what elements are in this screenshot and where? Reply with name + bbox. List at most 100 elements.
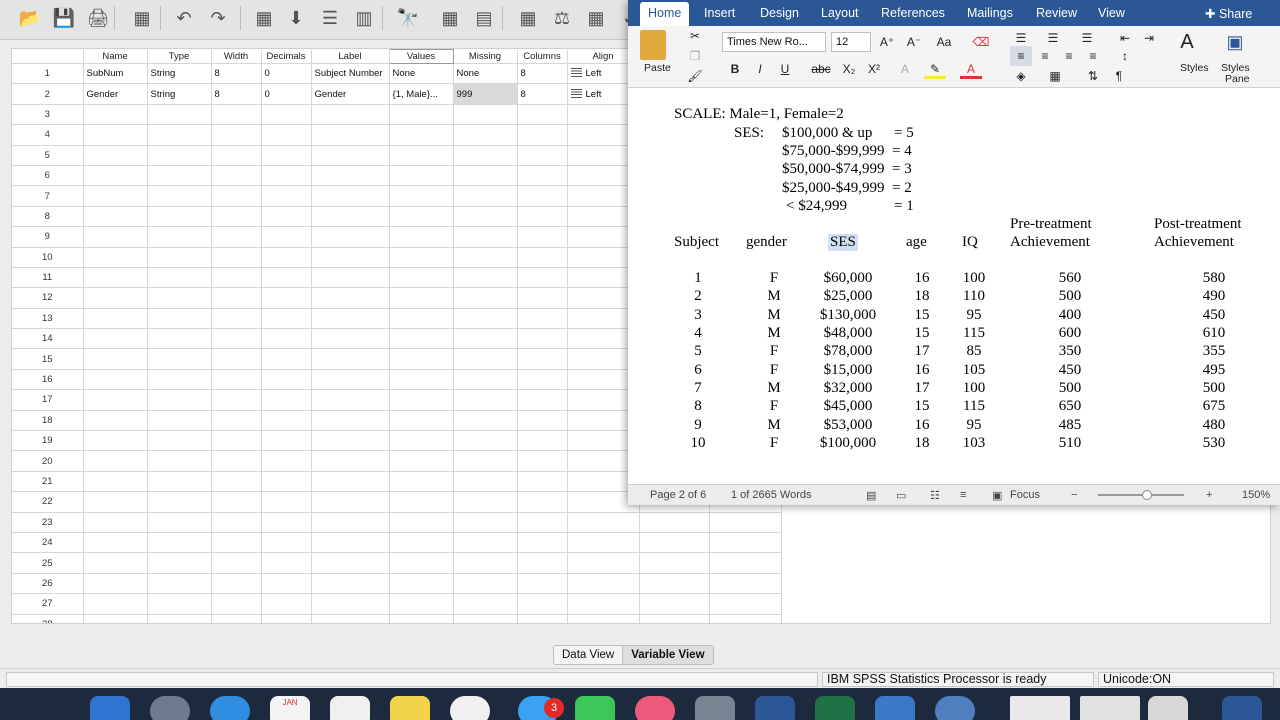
word-count[interactable]: 1 of 2665 Words: [731, 489, 812, 501]
cell-values[interactable]: {1, Male}...: [389, 83, 454, 105]
show-formatting-icon[interactable]: ¶: [1108, 66, 1130, 86]
cell-decimals[interactable]: 0: [261, 63, 312, 85]
empty-cell[interactable]: [83, 491, 148, 513]
empty-cell[interactable]: [453, 410, 518, 432]
use-sets-icon[interactable]: ⚖: [548, 4, 576, 32]
empty-cell[interactable]: [453, 328, 518, 350]
empty-cell[interactable]: [147, 247, 212, 268]
dock-window-thumbnail-2[interactable]: [1080, 696, 1140, 720]
cell-missing[interactable]: None: [453, 63, 518, 85]
safari-icon[interactable]: [210, 696, 250, 720]
empty-cell[interactable]: [147, 145, 212, 166]
empty-cell[interactable]: [211, 614, 262, 623]
empty-cell[interactable]: [453, 185, 518, 207]
empty-cell[interactable]: [453, 369, 518, 391]
row-number[interactable]: 5: [12, 145, 84, 166]
empty-cell[interactable]: [389, 308, 454, 330]
empty-cell[interactable]: [453, 491, 518, 513]
empty-cell[interactable]: [389, 573, 454, 595]
empty-cell[interactable]: [517, 614, 568, 623]
empty-cell[interactable]: [517, 593, 568, 615]
empty-cell[interactable]: [261, 593, 312, 615]
tab-home[interactable]: Home: [640, 2, 690, 26]
row-number[interactable]: 13: [12, 308, 84, 330]
empty-cell[interactable]: [311, 614, 390, 623]
empty-cell[interactable]: [211, 573, 262, 595]
empty-cell[interactable]: [453, 389, 518, 411]
empty-cell[interactable]: [453, 573, 518, 595]
empty-cell[interactable]: [83, 389, 148, 411]
empty-cell[interactable]: [453, 247, 518, 268]
empty-cell[interactable]: [261, 348, 312, 370]
empty-cell[interactable]: [389, 593, 454, 615]
row-number[interactable]: 9: [12, 226, 84, 248]
share-button[interactable]: ✚ Share: [1205, 6, 1252, 21]
tab-insert[interactable]: Insert: [704, 6, 735, 20]
empty-cell[interactable]: [211, 593, 262, 615]
empty-cell[interactable]: [311, 165, 390, 187]
cell-columns[interactable]: 8: [517, 63, 568, 85]
empty-cell[interactable]: [453, 512, 518, 533]
focus-icon[interactable]: ▣: [992, 489, 1002, 502]
empty-cell[interactable]: [83, 185, 148, 207]
row-number[interactable]: 2: [12, 83, 84, 105]
value-labels-icon[interactable]: ▦: [514, 4, 542, 32]
empty-cell[interactable]: [83, 552, 148, 574]
grow-font-icon[interactable]: A⁺: [876, 32, 898, 52]
empty-cell[interactable]: [517, 145, 568, 166]
bold-icon[interactable]: B: [724, 59, 746, 79]
empty-cell[interactable]: [567, 532, 640, 554]
empty-cell[interactable]: [261, 430, 312, 452]
open-folder-icon[interactable]: 📂: [16, 4, 44, 32]
empty-cell[interactable]: [453, 308, 518, 330]
document-page[interactable]: SCALE: Male=1, Female=2 SES: $100,000 & …: [628, 88, 1280, 484]
empty-cell[interactable]: [389, 512, 454, 533]
print-layout-icon[interactable]: ▤: [866, 489, 876, 502]
col-header-type[interactable]: Type: [147, 49, 212, 64]
outline-icon[interactable]: ☷: [930, 489, 940, 502]
shrink-font-icon[interactable]: A⁻: [903, 32, 925, 52]
empty-cell[interactable]: [261, 226, 312, 248]
empty-cell[interactable]: [147, 512, 212, 533]
font-size-select[interactable]: 12: [831, 32, 871, 52]
empty-cell[interactable]: [517, 247, 568, 268]
empty-cell[interactable]: [389, 267, 454, 289]
empty-cell[interactable]: [147, 389, 212, 411]
empty-cell[interactable]: [83, 104, 148, 126]
launchpad-icon[interactable]: [150, 696, 190, 720]
empty-cell[interactable]: [517, 185, 568, 207]
empty-cell[interactable]: [211, 328, 262, 350]
empty-cell[interactable]: [389, 165, 454, 187]
tab-variable-view[interactable]: Variable View: [622, 646, 713, 664]
format-painter-icon[interactable]: 🖌: [684, 66, 706, 86]
empty-cell[interactable]: [211, 267, 262, 289]
empty-cell[interactable]: [147, 410, 212, 432]
variables-icon[interactable]: ☰: [316, 4, 344, 32]
empty-cell[interactable]: [211, 247, 262, 268]
trash-icon[interactable]: [1148, 696, 1188, 720]
empty-cell[interactable]: [453, 552, 518, 574]
line-spacing-icon[interactable]: ↕: [1114, 46, 1136, 66]
empty-cell[interactable]: [147, 532, 212, 554]
print-icon[interactable]: 🖨: [84, 4, 112, 32]
facetime-icon[interactable]: [575, 696, 615, 720]
empty-cell[interactable]: [211, 532, 262, 554]
empty-cell[interactable]: [311, 369, 390, 391]
focus-label[interactable]: Focus: [1010, 489, 1040, 501]
empty-cell[interactable]: [389, 287, 454, 309]
empty-cell[interactable]: [211, 369, 262, 391]
empty-cell[interactable]: [389, 124, 454, 146]
tab-references[interactable]: References: [881, 6, 945, 20]
empty-cell[interactable]: [261, 267, 312, 289]
row-number[interactable]: 21: [12, 471, 84, 493]
cell-label[interactable]: Subject Number: [311, 63, 390, 85]
cell-missing[interactable]: 999: [453, 83, 518, 105]
empty-cell[interactable]: [517, 206, 568, 228]
empty-cell[interactable]: [389, 145, 454, 166]
empty-cell[interactable]: [147, 226, 212, 248]
cell-width[interactable]: 8: [211, 83, 262, 105]
empty-cell[interactable]: [83, 247, 148, 268]
empty-cell[interactable]: [211, 410, 262, 432]
empty-cell[interactable]: [453, 593, 518, 615]
empty-cell[interactable]: [83, 410, 148, 432]
